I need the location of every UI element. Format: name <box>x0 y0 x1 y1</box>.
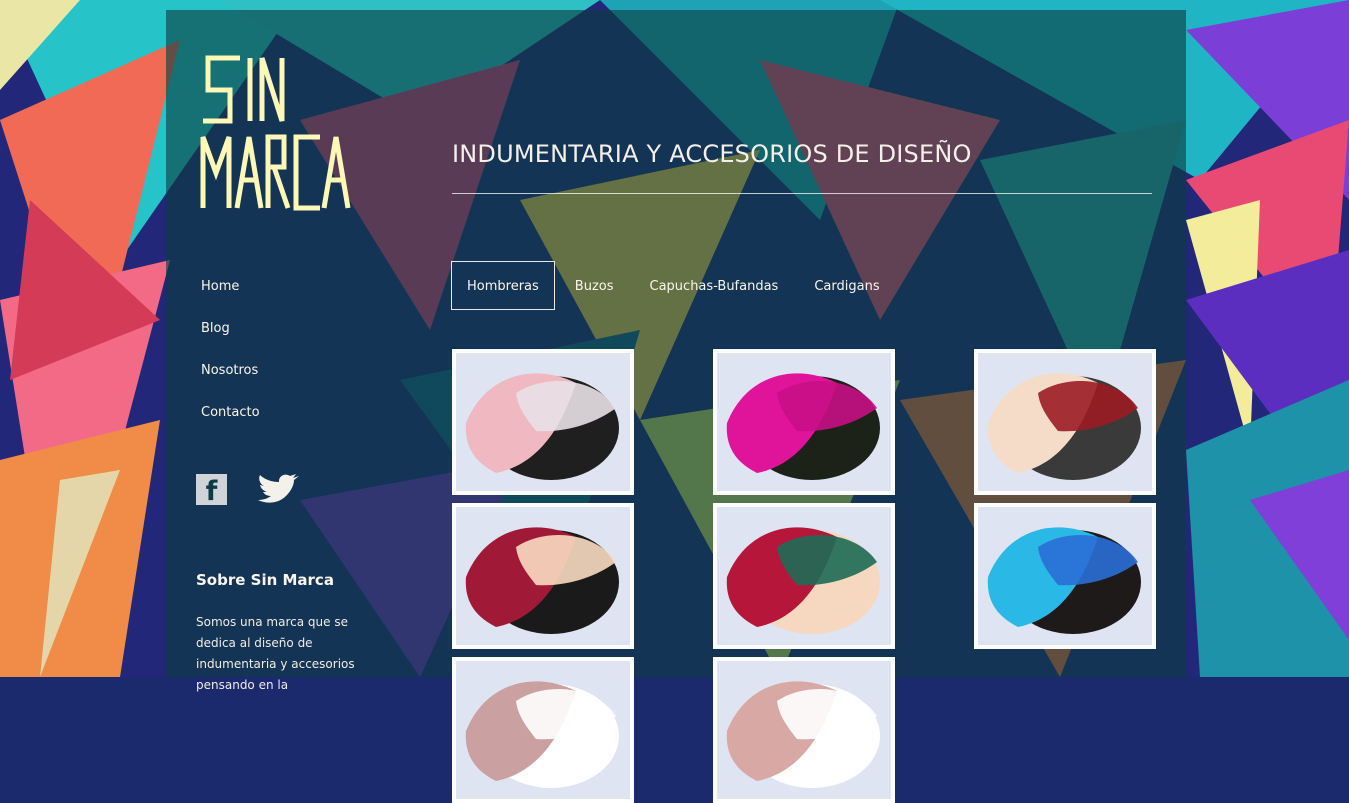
product-thumbnail[interactable] <box>713 657 895 803</box>
sidebar-link-home[interactable]: Home <box>201 278 260 320</box>
tab-capuchas-bufandas[interactable]: Capuchas-Bufandas <box>634 261 795 310</box>
sin-marca-logo[interactable] <box>200 55 352 211</box>
sidebar-nav: Home Blog Nosotros Contacto <box>201 278 260 446</box>
tab-buzos[interactable]: Buzos <box>559 261 630 310</box>
product-photo <box>456 507 630 645</box>
site-tagline: INDUMENTARIA Y ACCESORIOS DE DISEÑO <box>452 140 972 168</box>
product-photo <box>456 661 630 799</box>
tagline-divider <box>452 193 1152 194</box>
product-thumbnail[interactable] <box>452 503 634 649</box>
product-thumbnail[interactable] <box>974 349 1156 495</box>
facebook-glyph: f <box>205 476 218 507</box>
product-thumbnail[interactable] <box>974 503 1156 649</box>
facebook-icon[interactable]: f <box>196 474 227 507</box>
product-thumbnail[interactable] <box>452 349 634 495</box>
product-thumbnail[interactable] <box>713 503 895 649</box>
product-photo <box>717 661 891 799</box>
product-thumbnail[interactable] <box>452 657 634 803</box>
twitter-icon[interactable] <box>256 474 300 506</box>
category-tabs: Hombreras Buzos Capuchas-Bufandas Cardig… <box>451 261 900 310</box>
tab-hombreras[interactable]: Hombreras <box>451 261 555 310</box>
sidebar-link-blog[interactable]: Blog <box>201 320 260 362</box>
tab-cardigans[interactable]: Cardigans <box>798 261 895 310</box>
product-photo <box>978 507 1152 645</box>
product-photo <box>717 507 891 645</box>
product-thumbnail[interactable] <box>713 349 895 495</box>
product-photo <box>978 353 1152 491</box>
about-title: Sobre Sin Marca <box>196 571 334 589</box>
sidebar-link-nosotros[interactable]: Nosotros <box>201 362 260 404</box>
product-photo <box>456 353 630 491</box>
product-photo <box>717 353 891 491</box>
sidebar-link-contacto[interactable]: Contacto <box>201 404 260 446</box>
about-text: Somos una marca que se dedica al diseño … <box>196 615 355 692</box>
